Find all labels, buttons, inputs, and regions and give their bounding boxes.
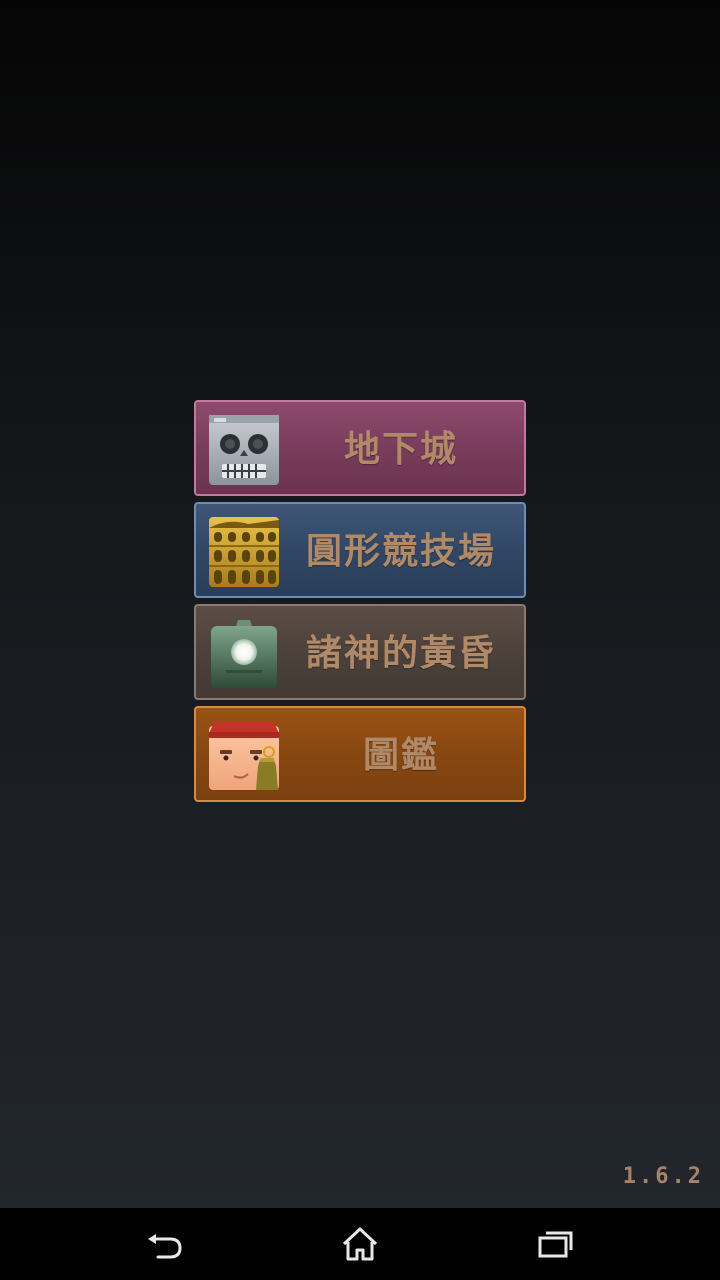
back-icon [148, 1234, 182, 1259]
codex-button[interactable]: 圖鑑 [194, 706, 526, 802]
merchant-face-icon [209, 722, 279, 790]
twilight-of-gods-button[interactable]: 諸神的黃昏 [194, 604, 526, 700]
recents-icon [538, 1231, 573, 1258]
main-menu: 地下城 圓形競技場 諸神的黃昏 圖鑑 [194, 400, 526, 808]
game-main-menu-screen: 地下城 圓形競技場 諸神的黃昏 圖鑑 1.6.2 [0, 0, 720, 1208]
colosseum-button[interactable]: 圓形競技場 [194, 502, 526, 598]
system-navigation-bar [0, 1208, 720, 1280]
recents-button[interactable] [532, 1222, 580, 1266]
skull-icon [209, 415, 279, 485]
codex-label: 圖鑑 [362, 735, 439, 776]
twilight-of-gods-label: 諸神的黃昏 [305, 633, 496, 674]
dungeon-button[interactable]: 地下城 [194, 400, 526, 496]
home-icon [342, 1227, 378, 1261]
colosseum-icon [209, 517, 279, 587]
version-label: 1.6.2 [622, 1164, 704, 1189]
back-button[interactable] [142, 1222, 190, 1266]
eye-monolith-icon [211, 620, 277, 688]
home-button[interactable] [336, 1222, 384, 1266]
dungeon-label: 地下城 [343, 429, 458, 470]
colosseum-label: 圓形競技場 [305, 531, 496, 572]
